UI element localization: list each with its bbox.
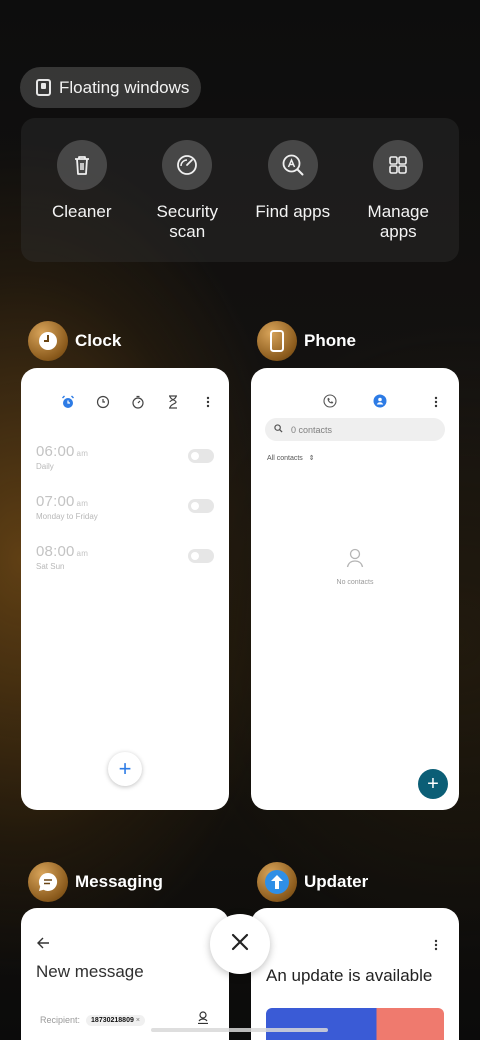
manage-apps-button[interactable]: Manage apps <box>348 140 448 262</box>
alarm-toggle[interactable] <box>188 449 214 463</box>
filter-label: All contacts <box>267 455 303 462</box>
sort-arrows-icon: ⇕ <box>308 455 315 462</box>
clock-icon <box>28 321 68 361</box>
update-banner-image <box>266 1008 444 1040</box>
alarm-toggle[interactable] <box>188 549 214 563</box>
more-options-icon[interactable] <box>434 395 438 413</box>
alarm-repeat: Monday to Friday <box>36 512 98 521</box>
clock-app-name: Clock <box>75 331 122 350</box>
chip-remove-icon[interactable]: × <box>136 1017 140 1024</box>
clock-tabs <box>60 394 215 409</box>
messaging-card[interactable]: New message Recipient: 18730218809 × <box>21 908 229 1040</box>
find-apps-icon <box>267 140 318 190</box>
security-scan-icon <box>162 140 213 190</box>
home-indicator[interactable] <box>151 1028 328 1032</box>
updater-app-header[interactable]: Updater <box>257 862 368 902</box>
alarm-repeat: Daily <box>36 462 54 471</box>
contacts-filter-dropdown[interactable]: All contacts ⇕ <box>267 454 315 462</box>
close-icon <box>231 933 249 956</box>
clock-card[interactable]: 06:00 am Daily 07:00 am Monday to Friday 0… <box>21 368 229 810</box>
floating-windows-label: Floating windows <box>59 77 190 97</box>
contact-picker-icon[interactable] <box>197 1011 209 1029</box>
new-message-title: New message <box>36 962 144 981</box>
phone-tabs <box>251 394 459 410</box>
search-placeholder: 0 contacts <box>291 424 333 435</box>
phone-app-name: Phone <box>304 331 356 350</box>
messaging-app-header[interactable]: Messaging <box>28 862 163 902</box>
find-apps-button[interactable]: Find apps <box>243 140 343 262</box>
cleaner-label: Cleaner <box>51 202 112 221</box>
more-options-icon[interactable] <box>200 394 215 409</box>
add-alarm-button[interactable]: + <box>108 752 142 786</box>
alarm-row[interactable]: 07:00 am Monday to Friday <box>36 493 214 533</box>
floating-window-icon <box>36 79 51 96</box>
updater-icon <box>257 862 297 902</box>
alarm-row[interactable]: 06:00 am Daily <box>36 443 214 483</box>
back-arrow-icon[interactable] <box>37 936 50 954</box>
alarm-tab-icon[interactable] <box>60 394 75 409</box>
cleaner-button[interactable]: Cleaner <box>32 140 132 262</box>
messaging-icon <box>28 862 68 902</box>
recipient-chip[interactable]: 18730218809 × <box>86 1014 145 1026</box>
phone-icon <box>257 321 297 361</box>
update-available-title: An update is available <box>266 966 433 985</box>
messaging-app-name: Messaging <box>75 872 163 891</box>
contacts-tab-icon[interactable] <box>373 394 387 413</box>
alarm-row[interactable]: 08:00 am Sat Sun <box>36 543 214 583</box>
recipient-field[interactable]: Recipient: 18730218809 × <box>40 1010 209 1030</box>
security-scan-button[interactable]: Security scan <box>137 140 237 262</box>
updater-app-name: Updater <box>304 872 369 891</box>
contacts-search-input[interactable]: 0 contacts <box>265 418 445 441</box>
phone-app-header[interactable]: Phone <box>257 321 356 361</box>
stopwatch-tab-icon[interactable] <box>130 394 145 409</box>
alarm-toggle[interactable] <box>188 499 214 513</box>
timer-tab-icon[interactable] <box>165 394 180 409</box>
recipient-number: 18730218809 <box>91 1016 134 1024</box>
more-options-icon[interactable] <box>434 938 438 956</box>
person-outline-icon <box>346 548 364 573</box>
add-contact-button[interactable]: + <box>418 769 448 799</box>
call-log-tab-icon[interactable] <box>323 394 337 413</box>
empty-contacts-text: No contacts <box>336 579 374 586</box>
world-clock-tab-icon[interactable] <box>95 394 110 409</box>
updater-card[interactable]: An update is available <box>251 908 459 1040</box>
alarm-repeat: Sat Sun <box>36 562 65 571</box>
clock-app-header[interactable]: Clock <box>28 321 121 361</box>
manage-apps-label: Manage apps <box>367 202 429 241</box>
close-all-button[interactable] <box>210 914 270 974</box>
empty-contacts-state: No contacts <box>251 548 459 586</box>
search-icon <box>274 424 283 435</box>
floating-windows-button[interactable]: Floating windows <box>20 67 201 108</box>
phone-card[interactable]: 0 contacts All contacts ⇕ No contacts + <box>251 368 459 810</box>
trash-icon <box>56 140 107 190</box>
quick-tools-panel: Cleaner Security scan Find apps Manage a… <box>21 118 459 262</box>
security-scan-label: Security scan <box>156 202 218 241</box>
find-apps-label: Find apps <box>255 202 331 221</box>
grid-icon <box>373 140 424 190</box>
recipient-label: Recipient: <box>40 1015 81 1025</box>
